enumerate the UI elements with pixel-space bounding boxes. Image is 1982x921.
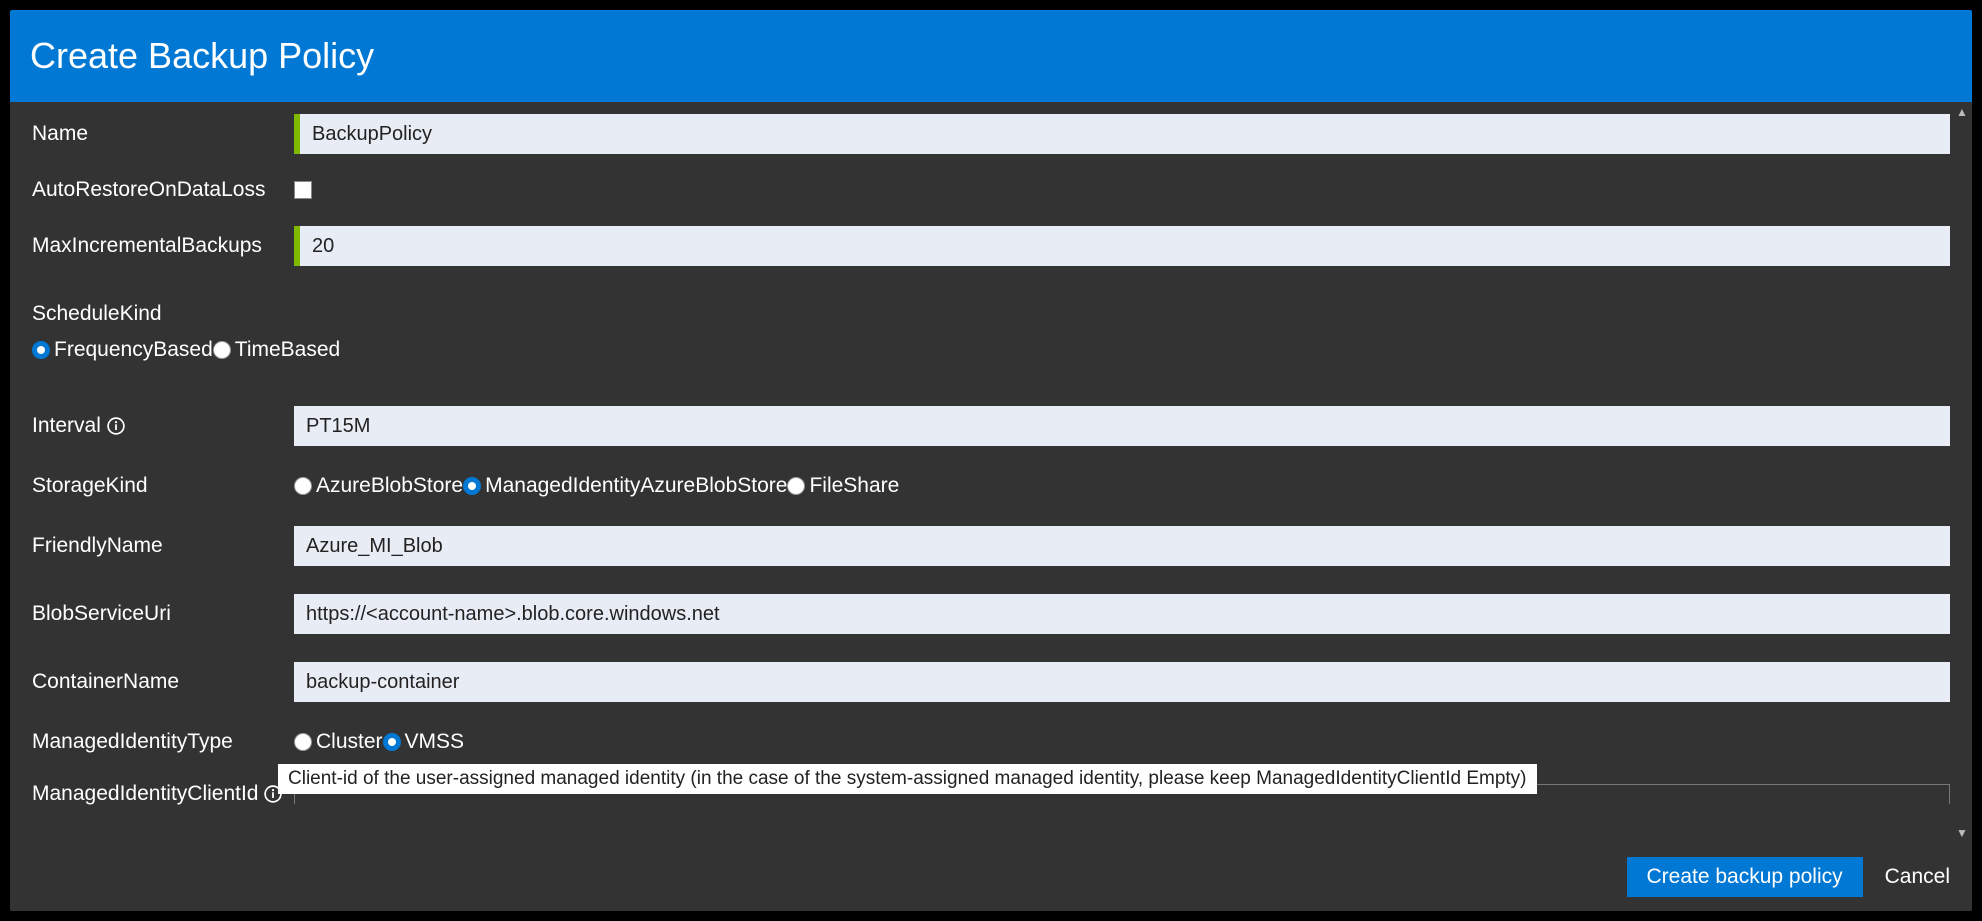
radio-vmss[interactable]: [383, 733, 401, 751]
autorestore-checkbox[interactable]: [294, 181, 312, 199]
scroll-down-icon[interactable]: ▼: [1952, 823, 1972, 843]
input-wrapper-name: [294, 114, 1950, 154]
create-backup-policy-button[interactable]: Create backup policy: [1627, 857, 1863, 897]
radio-item-cluster[interactable]: Cluster: [294, 730, 383, 754]
radio-label-azureblobstore: AzureBlobStore: [316, 474, 463, 498]
modal-header: Create Backup Policy: [10, 10, 1972, 102]
radio-label-miazureblobstore: ManagedIdentityAzureBlobStore: [485, 474, 787, 498]
radio-item-azureblobstore[interactable]: AzureBlobStore: [294, 474, 463, 498]
label-midtype: ManagedIdentityType: [32, 730, 294, 754]
row-maxincr: MaxIncrementalBackups: [32, 226, 1950, 266]
midtype-radio-group: Cluster VMSS: [294, 730, 464, 754]
input-wrapper-maxincr: [294, 226, 1950, 266]
name-input[interactable]: [300, 114, 1950, 154]
scrollbar[interactable]: ▲ ▼: [1952, 102, 1972, 843]
info-icon[interactable]: [107, 417, 125, 435]
input-wrapper-blobserviceuri: [294, 594, 1950, 634]
row-blobserviceuri: BlobServiceUri: [32, 594, 1950, 634]
modal-footer: Create backup policy Cancel: [10, 843, 1972, 911]
schedulekind-block: ScheduleKind FrequencyBased TimeBased: [32, 302, 1950, 362]
row-interval: Interval: [32, 406, 1950, 446]
cancel-button[interactable]: Cancel: [1885, 865, 1950, 889]
radio-label-cluster: Cluster: [316, 730, 383, 754]
input-wrapper-interval: [294, 406, 1950, 446]
label-schedulekind: ScheduleKind: [32, 302, 1950, 326]
radio-item-miazureblobstore[interactable]: ManagedIdentityAzureBlobStore: [463, 474, 787, 498]
radio-timebased[interactable]: [213, 341, 231, 359]
radio-item-vmss[interactable]: VMSS: [383, 730, 465, 754]
radio-azureblobstore[interactable]: [294, 477, 312, 495]
radio-item-timebased[interactable]: TimeBased: [213, 338, 340, 362]
label-name: Name: [32, 122, 294, 146]
label-interval: Interval: [32, 414, 294, 438]
radio-frequencybased[interactable]: [32, 341, 50, 359]
row-autorestore: AutoRestoreOnDataLoss: [32, 178, 1950, 202]
radio-fileshare[interactable]: [787, 477, 805, 495]
schedulekind-radio-group: FrequencyBased TimeBased: [32, 338, 1950, 362]
scroll-up-icon[interactable]: ▲: [1952, 102, 1972, 122]
radio-label-vmss: VMSS: [405, 730, 465, 754]
input-wrapper-containername: [294, 662, 1950, 702]
label-maxincr: MaxIncrementalBackups: [32, 234, 294, 258]
row-name: Name: [32, 114, 1950, 154]
interval-input[interactable]: [294, 406, 1950, 446]
blobserviceuri-input[interactable]: [294, 594, 1950, 634]
radio-label-fileshare: FileShare: [809, 474, 899, 498]
label-interval-text: Interval: [32, 414, 101, 438]
row-midtype: ManagedIdentityType Cluster VMSS: [32, 730, 1950, 754]
friendlyname-input[interactable]: [294, 526, 1950, 566]
radio-item-fileshare[interactable]: FileShare: [787, 474, 899, 498]
label-friendlyname: FriendlyName: [32, 534, 294, 558]
label-midclientid-text: ManagedIdentityClientId: [32, 782, 258, 806]
radio-cluster[interactable]: [294, 733, 312, 751]
label-containername: ContainerName: [32, 670, 294, 694]
modal-window: Create Backup Policy Name AutoRestoreOnD…: [10, 10, 1972, 911]
label-autorestore: AutoRestoreOnDataLoss: [32, 178, 294, 202]
row-containername: ContainerName: [32, 662, 1950, 702]
tooltip-midclientid: Client-id of the user-assigned managed i…: [278, 764, 1537, 794]
storagekind-radio-group: AzureBlobStore ManagedIdentityAzureBlobS…: [294, 474, 899, 498]
row-storagekind: StorageKind AzureBlobStore ManagedIdenti…: [32, 474, 1950, 498]
radio-item-frequencybased[interactable]: FrequencyBased: [32, 338, 213, 362]
modal-body: Name AutoRestoreOnDataLoss MaxIncrementa…: [10, 102, 1972, 843]
label-storagekind: StorageKind: [32, 474, 294, 498]
input-wrapper-friendlyname: [294, 526, 1950, 566]
modal-title: Create Backup Policy: [30, 35, 374, 77]
label-midclientid: ManagedIdentityClientId: [32, 782, 294, 806]
radio-miazureblobstore[interactable]: [463, 477, 481, 495]
radio-label-frequencybased: FrequencyBased: [54, 338, 213, 362]
containername-input[interactable]: [294, 662, 1950, 702]
radio-label-timebased: TimeBased: [235, 338, 340, 362]
maxincr-input[interactable]: [300, 226, 1950, 266]
label-blobserviceuri: BlobServiceUri: [32, 602, 294, 626]
row-friendlyname: FriendlyName: [32, 526, 1950, 566]
